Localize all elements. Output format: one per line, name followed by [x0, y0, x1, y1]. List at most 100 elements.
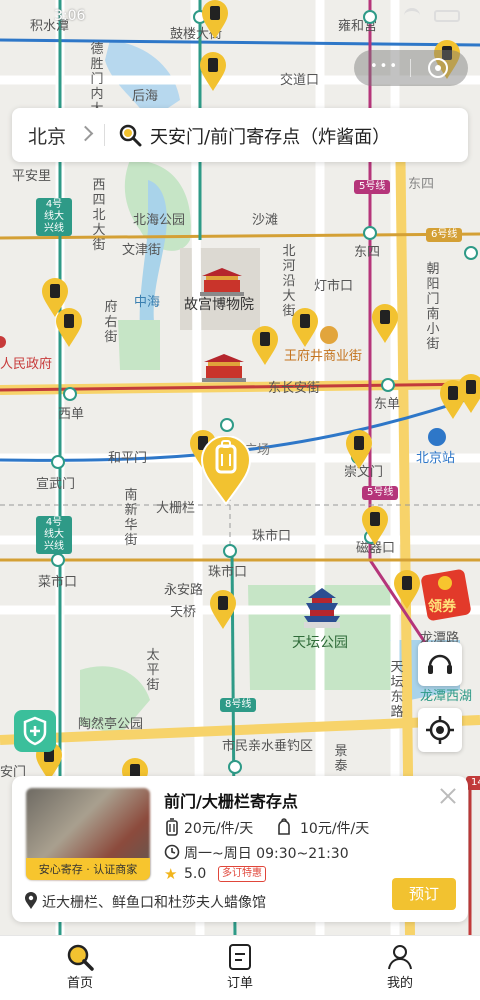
storage-point-pin[interactable]	[456, 374, 480, 414]
store-card[interactable]: 安心寄存 · 认证商家 前门/大栅栏寄存点 20元/件/天 10元/件/天 周一…	[12, 776, 468, 922]
insurance-button[interactable]	[14, 710, 56, 752]
map-label: 北京站	[416, 451, 456, 466]
metro-station-icon	[381, 378, 395, 392]
certified-badge: 安心寄存 · 认证商家	[26, 858, 150, 880]
storage-point-pin[interactable]	[290, 308, 320, 348]
price-bag: 10元/件/天	[300, 821, 370, 837]
storage-point-pin[interactable]	[208, 590, 238, 630]
tab-profile-label: 我的	[386, 976, 413, 991]
map-label: 故宫博物院	[184, 297, 254, 313]
map-label: 府右街	[104, 300, 118, 345]
tiananmen-icon	[202, 354, 246, 382]
map-label: 天坛公园	[292, 635, 348, 651]
map-label: 天坛东路	[390, 660, 404, 720]
status-time: 3:06	[54, 8, 86, 24]
map-label: 中海	[134, 295, 161, 310]
user-icon	[388, 945, 412, 970]
status-bar: 3:06	[0, 0, 480, 30]
search-bar[interactable]: 北京 天安门/前门寄存点（炸酱面）	[12, 108, 468, 162]
metro-station-icon	[51, 455, 65, 469]
tab-profile[interactable]: 我的	[370, 942, 430, 998]
metro-line-badge: 6号线	[426, 228, 463, 242]
shield-plus-icon	[23, 716, 47, 746]
map-label: 西单	[58, 407, 85, 422]
store-name: 前门/大栅栏寄存点	[164, 792, 298, 811]
train-station-icon	[428, 428, 446, 446]
storage-point-pin[interactable]	[392, 570, 422, 610]
tab-bar: 首页 订单 我的	[0, 935, 480, 1000]
metro-station-icon	[63, 387, 77, 401]
battery-icon	[434, 10, 460, 22]
search-query[interactable]: 天安门/前门寄存点（炸酱面）	[150, 123, 390, 149]
map-label: 珠市口	[208, 565, 248, 580]
search-divider	[104, 124, 105, 146]
clock-icon	[164, 844, 180, 860]
coupon-button[interactable]: 领券	[420, 566, 478, 622]
deal-tag: 多订特惠	[218, 866, 266, 882]
chevron-right-icon	[77, 125, 94, 142]
rating-value: 5.0	[184, 866, 207, 882]
metro-station-icon	[51, 553, 65, 567]
map-label: 菜市口	[38, 575, 78, 590]
suitcase-icon	[166, 818, 178, 836]
map-label: 王府井商业街	[284, 349, 363, 364]
tab-home-label: 首页	[66, 976, 93, 991]
map-label: 北海公园	[133, 213, 186, 228]
map-label: 天桥	[170, 605, 197, 620]
forbidden-city-icon	[200, 268, 244, 296]
certified-badge-text: 安心寄存 · 认证商家	[38, 863, 138, 876]
nearby-landmarks: 近大栅栏、鲜鱼口和杜莎夫人蜡像馆	[42, 895, 266, 911]
map-label: 沙滩	[252, 213, 279, 228]
storage-point-pin[interactable]	[360, 506, 390, 546]
map-label: 南新华街	[124, 488, 138, 548]
tab-orders[interactable]: 订单	[210, 942, 270, 998]
customer-service-button[interactable]	[418, 642, 462, 686]
search-home-icon	[67, 944, 94, 971]
storage-point-pin[interactable]	[54, 308, 84, 348]
map-label: 陶然亭公园	[78, 717, 144, 732]
mall-icon	[320, 326, 338, 344]
city-selector[interactable]: 北京	[28, 122, 66, 149]
backpack-icon	[278, 818, 290, 835]
metro-station-icon	[223, 544, 237, 558]
metro-line-badge: 4号线大兴线	[36, 198, 72, 236]
map-label: 宣武门	[36, 477, 76, 492]
search-icon	[119, 124, 142, 147]
metro-station-icon	[363, 226, 377, 240]
storage-point-pin[interactable]	[250, 326, 280, 366]
book-button-label: 预订	[408, 885, 439, 903]
order-list-icon	[229, 944, 251, 970]
selected-storage-pin[interactable]	[198, 436, 254, 506]
price-luggage: 20元/件/天	[184, 821, 254, 837]
more-menu-button[interactable]: •••	[370, 59, 399, 74]
map-label: 人民政府	[0, 357, 53, 372]
tab-orders-label: 订单	[226, 976, 253, 991]
storage-point-pin[interactable]	[344, 430, 374, 470]
miniprogram-capsule[interactable]: •••	[354, 50, 468, 86]
map-label: 平安里	[12, 169, 52, 184]
storage-point-pin[interactable]	[198, 52, 228, 92]
map-label: 后海	[132, 89, 159, 104]
close-card-icon[interactable]	[438, 786, 458, 806]
metro-station-icon	[220, 418, 234, 432]
headset-icon	[428, 654, 452, 674]
map-label: 西四北大街	[92, 178, 106, 253]
coupon-label: 领券	[428, 599, 456, 615]
map-label: 景泰	[334, 744, 348, 774]
map-label: 交道口	[280, 73, 320, 88]
locate-button[interactable]	[418, 708, 462, 752]
star-icon: ★	[164, 865, 178, 883]
wifi-icon	[404, 8, 420, 23]
map-label: 东四	[408, 177, 435, 192]
book-button[interactable]: 预订	[392, 878, 456, 910]
tab-home[interactable]: 首页	[50, 942, 110, 998]
metro-line-badge: 5号线	[354, 180, 391, 194]
map-label: 龙潭西湖	[420, 689, 473, 704]
map-label: 文津街	[122, 243, 162, 258]
coin-icon	[438, 576, 452, 590]
map-label: 珠市口	[252, 529, 292, 544]
metro-station-icon	[228, 760, 242, 774]
storage-point-pin[interactable]	[370, 304, 400, 344]
map-label: 太平街	[146, 648, 160, 693]
map-label: 东长安街	[268, 381, 321, 396]
